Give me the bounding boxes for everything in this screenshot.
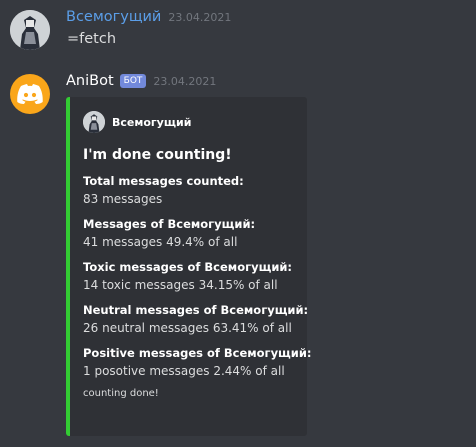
embed-author: Всемогущий [83, 111, 297, 133]
embed-field: Total messages counted: 83 messages [83, 173, 297, 209]
user-avatar[interactable] [10, 10, 50, 50]
embed-field: Toxic messages of Всемогущий: 14 toxic m… [83, 259, 297, 295]
embed-author-name: Всемогущий [112, 115, 192, 129]
embed-fields: Total messages counted: 83 messages Mess… [83, 173, 312, 381]
message-header: Всемогущий 23.04.2021 [66, 9, 231, 25]
user-avatar-image [83, 111, 105, 133]
embed-title: I'm done counting! [83, 147, 232, 163]
embed-field-value: 14 toxic messages 34.15% of all [83, 278, 278, 292]
embed-field-value: 1 posotive messages 2.44% of all [83, 364, 285, 378]
chat-panel: Всемогущий 23.04.2021 =fetch AniBot БОТ … [0, 0, 476, 447]
embed-field-value: 83 messages [83, 192, 163, 206]
bot-avatar[interactable] [10, 74, 50, 114]
embed-field-name: Total messages counted: [83, 174, 244, 188]
message-header: AniBot БОТ 23.04.2021 [66, 73, 216, 90]
username[interactable]: AniBot [66, 73, 114, 89]
embed-author-avatar [83, 111, 105, 133]
embed-field-name: Positive messages of Всемогущий: [83, 346, 312, 360]
embed-field-name: Toxic messages of Всемогущий: [83, 260, 293, 274]
bot-tag-badge: БОТ [119, 74, 147, 88]
timestamp: 23.04.2021 [153, 75, 217, 88]
user-avatar-image [10, 10, 50, 50]
discord-logo-icon [17, 84, 43, 104]
embed-field-name: Messages of Всемогущий: [83, 217, 256, 231]
embed-field-value: 41 messages 49.4% of all [83, 235, 238, 249]
message-text: =fetch [67, 31, 117, 47]
embed-field: Messages of Всемогущий: 41 messages 49.4… [83, 216, 297, 252]
username[interactable]: Всемогущий [66, 9, 161, 25]
message-embed: Всемогущий I'm done counting! Total mess… [66, 97, 312, 436]
embed-field: Positive messages of Всемогущий: 1 posot… [83, 345, 312, 381]
embed-footer: counting done! [83, 388, 159, 399]
embed-field-name: Neutral messages of Всемогущий: [83, 303, 309, 317]
timestamp: 23.04.2021 [168, 11, 232, 24]
embed-field-value: 26 neutral messages 63.41% of all [83, 321, 292, 335]
embed-field: Neutral messages of Всемогущий: 26 neutr… [83, 302, 309, 338]
